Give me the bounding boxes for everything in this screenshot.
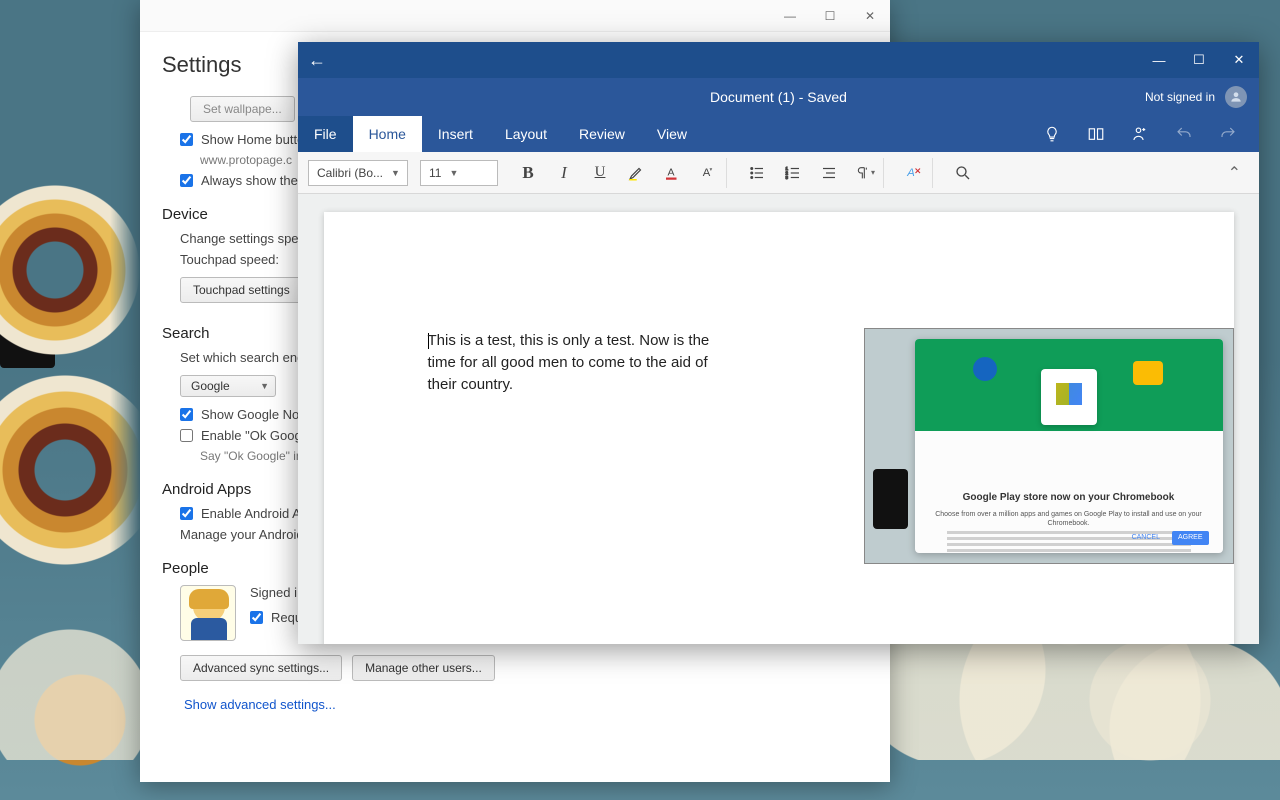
reading-icon[interactable] [1087,125,1105,143]
search-text: Set which search engin [180,350,314,365]
play-title: Google Play store now on your Chromebook [933,491,1205,506]
show-home-checkbox[interactable] [180,133,193,146]
document-body-text[interactable]: This is a test, this is only a test. Now… [428,330,738,395]
tab-review[interactable]: Review [563,116,641,152]
user-avatar[interactable] [180,585,236,641]
ribbon-tabs: File Home Insert Layout Review View [298,116,1259,152]
show-advanced-link[interactable]: Show advanced settings... [184,697,336,712]
tab-file[interactable]: File [298,116,353,152]
minimize-button[interactable]: — [770,2,810,30]
manage-android-text: Manage your Android [180,527,304,542]
show-now-checkbox[interactable] [180,408,193,421]
font-name-value: Calibri (Bo... [317,166,383,180]
embedded-image[interactable]: Google Play store now on your Chromebook… [864,328,1234,564]
clear-format-icon[interactable]: A [904,163,924,183]
sign-in-label[interactable]: Not signed in [1145,90,1215,104]
image-joystick-icon [873,469,908,529]
user-icon[interactable] [1225,86,1247,108]
word-titlebar: ← — ☐ ✕ [298,42,1259,78]
back-arrow-icon[interactable]: ← [298,42,336,78]
tab-insert[interactable]: Insert [422,116,489,152]
show-now-label: Show Google Now [201,407,309,422]
android-checkbox[interactable] [180,507,193,520]
search-engine-value: Google [191,379,230,393]
maximize-button[interactable]: ☐ [1179,42,1219,78]
word-window: ← — ☐ ✕ Document (1) - Saved Not signed … [298,42,1259,644]
ribbon-toolbar: Calibri (Bo...▼ 11▼ B I U A A▾ 123 ▾ A ⌃ [298,152,1259,194]
close-button[interactable]: ✕ [1219,42,1259,78]
tab-layout[interactable]: Layout [489,116,563,152]
font-color-icon[interactable]: A [662,163,682,183]
italic-icon[interactable]: I [554,163,574,183]
lightbulb-icon[interactable] [1043,125,1061,143]
svg-text:A: A [906,167,915,179]
font-style-icon[interactable]: A▾ [698,163,718,183]
ok-google-checkbox[interactable] [180,429,193,442]
bold-icon[interactable]: B [518,163,538,183]
numbering-icon[interactable]: 123 [783,163,803,183]
word-doc-title-bar: Document (1) - Saved Not signed in [298,78,1259,116]
document-canvas[interactable]: This is a test, this is only a test. Now… [298,194,1259,644]
tab-home[interactable]: Home [353,116,422,152]
minimize-button[interactable]: — [1139,42,1179,78]
advanced-sync-button[interactable]: Advanced sync settings... [180,655,342,681]
always-show-checkbox[interactable] [180,174,193,187]
play-triangle-icon [1056,383,1082,405]
svg-text:A: A [668,166,675,178]
set-wallpaper-button[interactable]: Set wallpape... [190,96,295,122]
play-agree-button: AGREE [1172,531,1209,545]
redo-icon[interactable] [1219,125,1237,143]
always-show-label: Always show the b [201,173,309,188]
search-icon[interactable] [953,163,973,183]
play-cancel-button: CANCEL [1126,531,1166,545]
bullets-icon[interactable] [747,163,767,183]
indent-icon[interactable] [819,163,839,183]
font-name-select[interactable]: Calibri (Bo...▼ [308,160,408,186]
close-button[interactable]: ✕ [850,2,890,30]
touchpad-settings-button[interactable]: Touchpad settings [180,277,303,303]
highlight-icon[interactable] [626,163,646,183]
device-text: Change settings specif [180,231,312,246]
require-pw-checkbox[interactable] [250,611,263,624]
manage-users-button[interactable]: Manage other users... [352,655,495,681]
paragraph-icon[interactable]: ▾ [855,163,875,183]
collapse-ribbon-icon[interactable]: ⌃ [1220,163,1249,183]
android-label: Enable Android Ap [201,506,308,521]
touchpad-speed-label: Touchpad speed: [180,252,279,267]
underline-icon[interactable]: U [590,163,610,183]
undo-icon[interactable] [1175,125,1193,143]
document-title: Document (1) - Saved [710,89,847,105]
play-dialog: Google Play store now on your Chromebook… [915,339,1223,553]
svg-text:▾: ▾ [710,166,713,172]
wallpaper-joystick [0,260,60,380]
search-engine-dropdown[interactable]: Google▼ [180,375,276,397]
ok-google-label: Enable "Ok Google [201,428,312,443]
tab-view[interactable]: View [641,116,703,152]
svg-text:3: 3 [786,175,789,180]
font-size-value: 11 [429,166,441,180]
play-subtitle: Choose from over a million apps and game… [933,510,1205,528]
show-home-label: Show Home button [201,132,312,147]
share-icon[interactable] [1131,125,1149,143]
maximize-button[interactable]: ☐ [810,2,850,30]
font-size-select[interactable]: 11▼ [420,160,498,186]
document-page[interactable]: This is a test, this is only a test. Now… [324,212,1234,644]
settings-titlebar: — ☐ ✕ [140,0,890,32]
